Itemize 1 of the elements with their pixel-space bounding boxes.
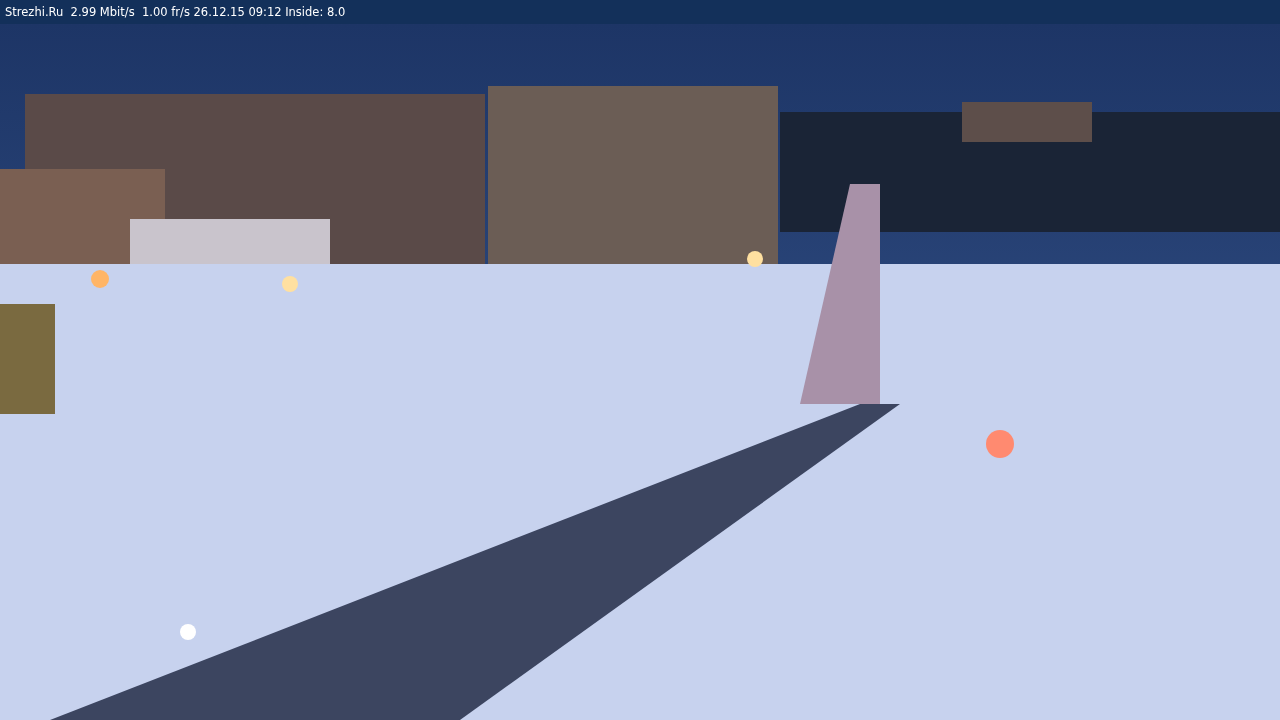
stream-info: Strezhi.Ru 2.99 Mbit/s 1.00 fr/s 26.12.15 09:12 Inside: 8.0 bbox=[5, 5, 346, 19]
